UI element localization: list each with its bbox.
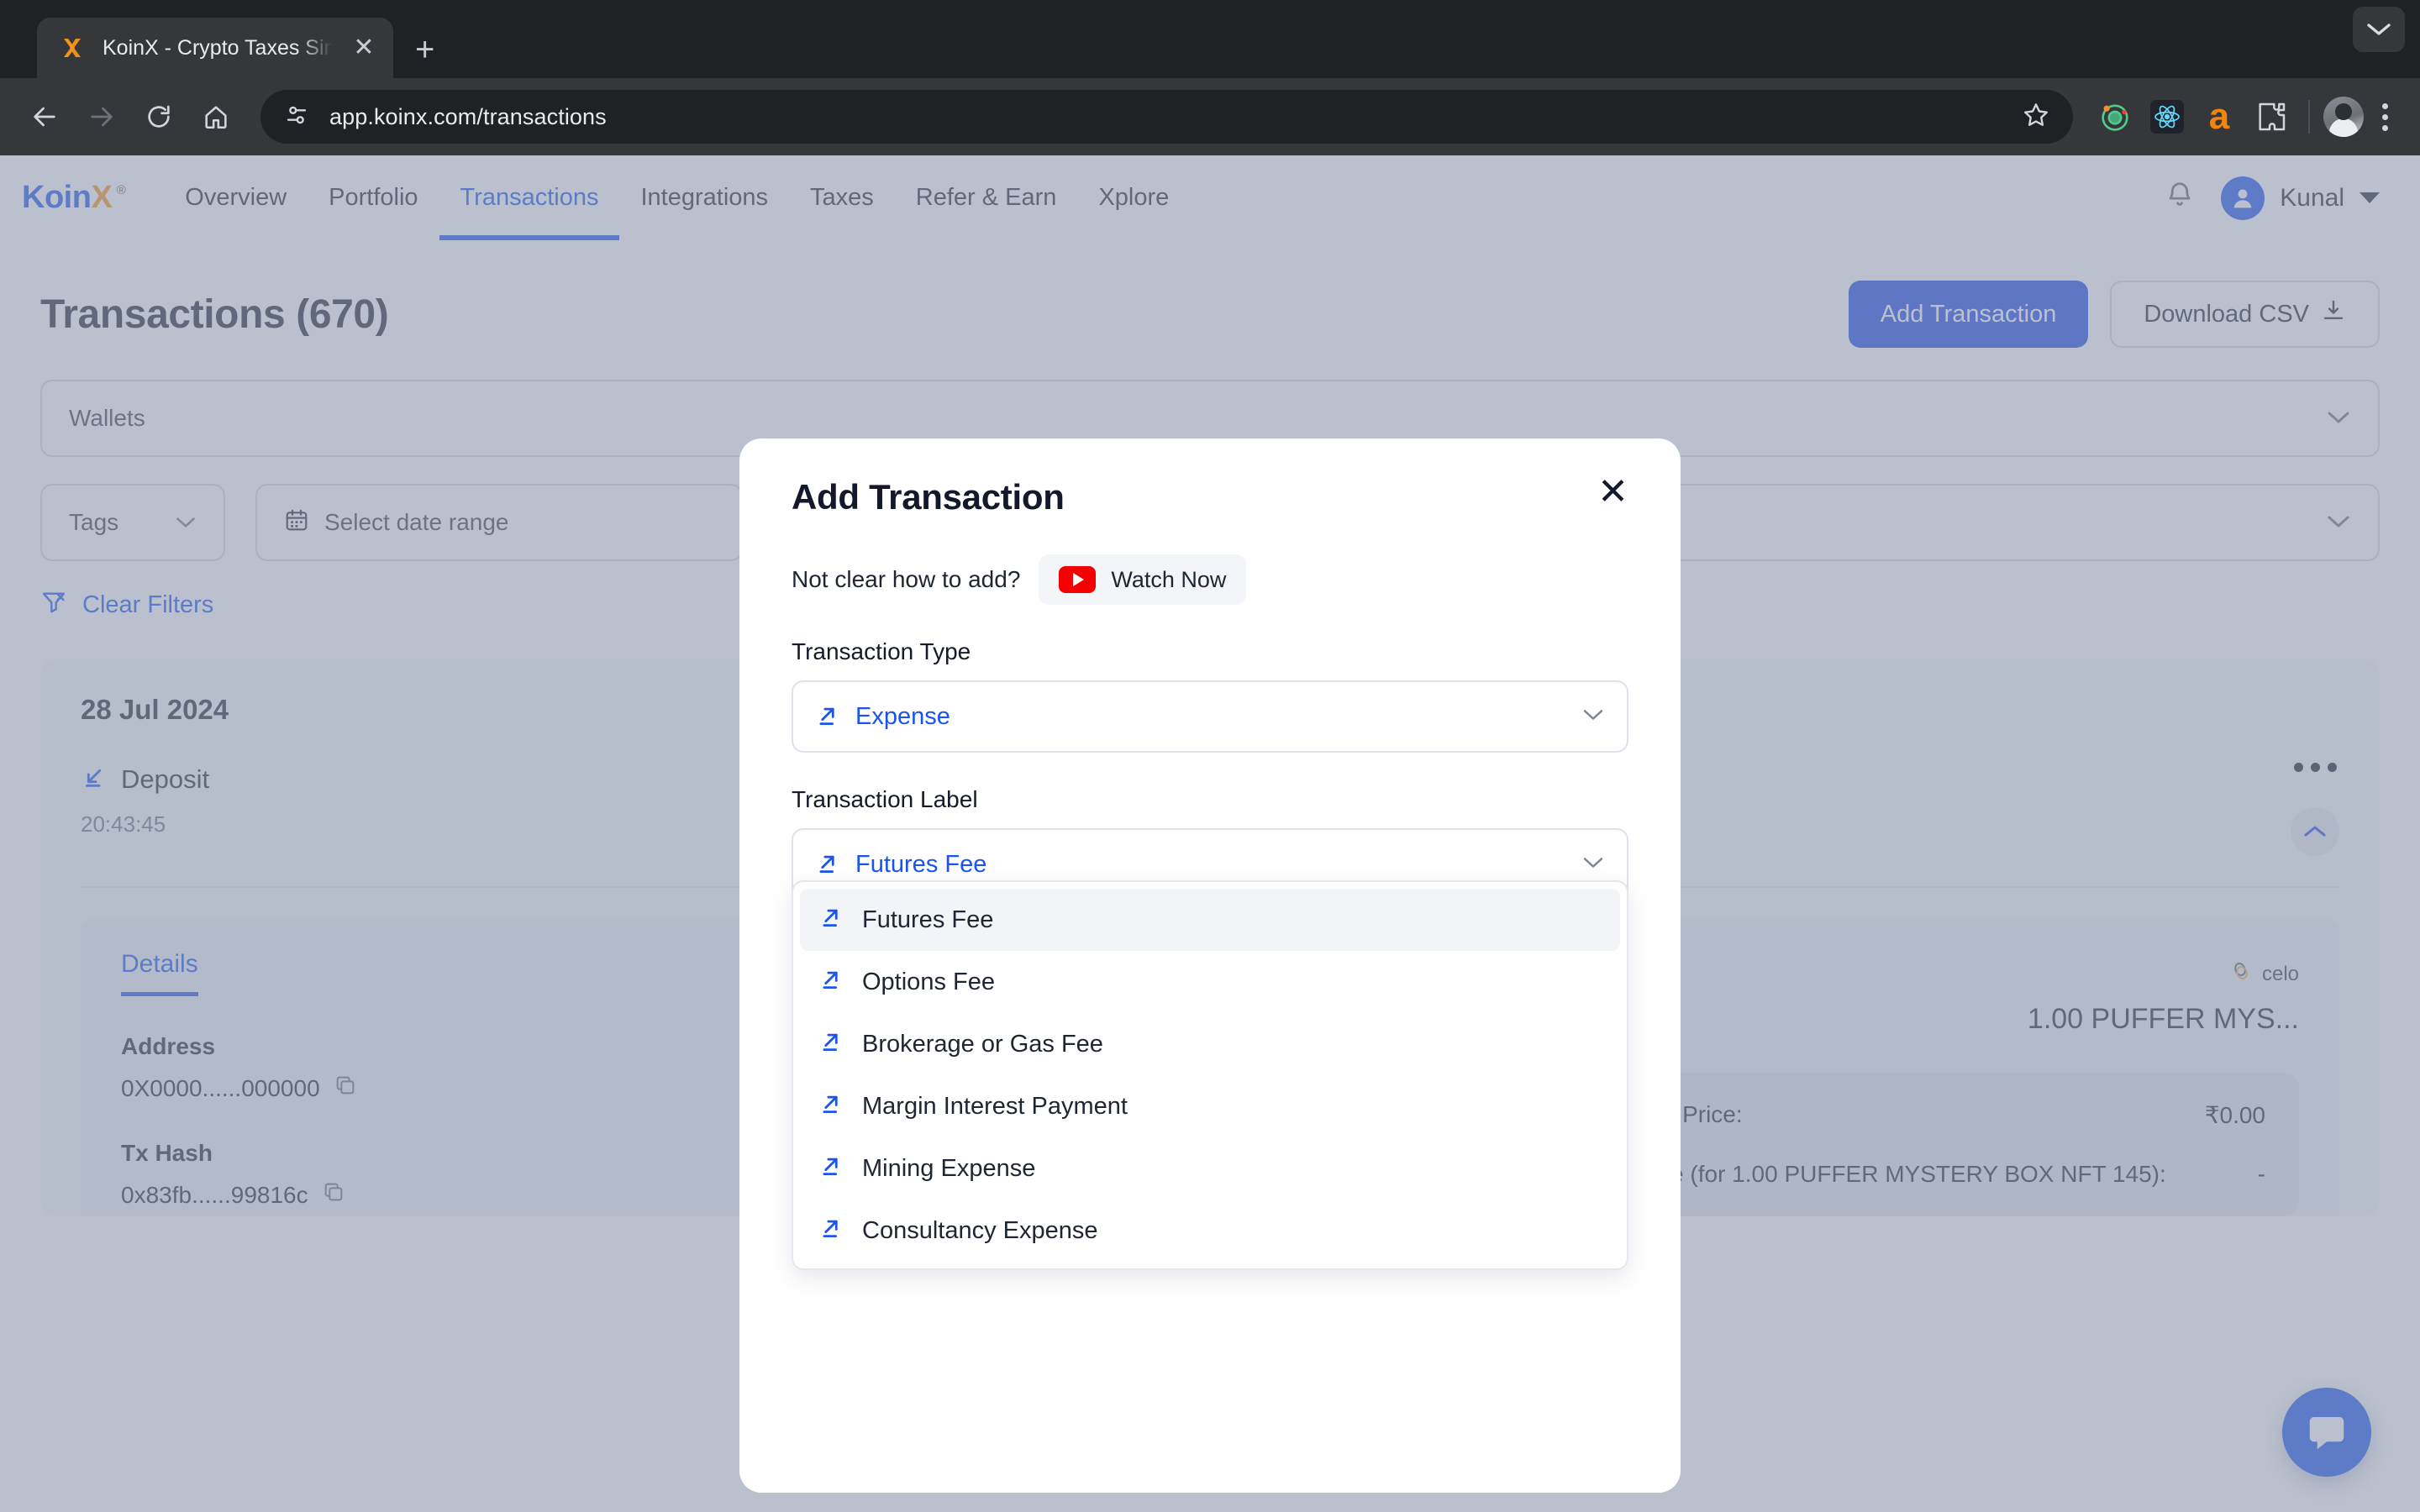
app-page: KoinX® Overview Portfolio Transactions I… (0, 155, 2420, 1512)
dropdown-option-consultancy-expense[interactable]: Consultancy Expense (800, 1200, 1620, 1262)
browser-toolbar: app.koinx.com/transactions a (0, 78, 2420, 155)
transaction-type-select[interactable]: Expense (792, 680, 1628, 753)
react-devtools-icon[interactable] (2144, 93, 2191, 140)
arrow-up-right-icon (818, 1028, 844, 1060)
modal-help-text: Not clear how to add? (792, 566, 1021, 592)
tab-close-icon[interactable]: ✕ (350, 35, 378, 60)
dropdown-option-label: Mining Expense (862, 1154, 1036, 1182)
close-icon[interactable]: ✕ (1597, 473, 1628, 510)
forward-arrow-icon[interactable] (76, 91, 128, 143)
arrow-up-right-icon (818, 966, 844, 998)
chevron-down-icon (1581, 855, 1605, 874)
dropdown-option-label: Margin Interest Payment (862, 1092, 1128, 1120)
arrow-up-right-icon (815, 850, 840, 879)
dropdown-option-margin-interest-payment[interactable]: Margin Interest Payment (800, 1075, 1620, 1137)
transaction-label-value: Futures Fee (855, 850, 987, 878)
arrow-up-right-icon (818, 904, 844, 936)
browser-tab-title: KoinX - Crypto Taxes Simplified (103, 35, 333, 60)
dropdown-option-futures-fee[interactable]: Futures Fee (800, 889, 1620, 951)
toolbar-divider (2308, 100, 2310, 134)
modal-header: Add Transaction ✕ (792, 473, 1628, 517)
dropdown-option-options-fee[interactable]: Options Fee (800, 951, 1620, 1013)
modal-title: Add Transaction (792, 477, 1065, 517)
tab-strip: KoinX - Crypto Taxes Simplified ✕ + (0, 0, 2420, 78)
arrow-up-right-icon (815, 702, 840, 732)
dropdown-option-label: Futures Fee (862, 906, 994, 933)
transaction-label-dropdown: Futures Fee Options Fee Brokerage or Gas… (792, 880, 1628, 1270)
browser-chrome: KoinX - Crypto Taxes Simplified ✕ + app.… (0, 0, 2420, 155)
address-bar[interactable]: app.koinx.com/transactions (260, 90, 2073, 144)
address-bar-url: app.koinx.com/transactions (329, 103, 607, 129)
home-icon[interactable] (190, 91, 242, 143)
transaction-type-label: Transaction Type (792, 638, 971, 664)
youtube-play-icon (1059, 566, 1097, 593)
dropdown-option-label: Brokerage or Gas Fee (862, 1030, 1103, 1058)
koinx-favicon-icon (59, 34, 86, 61)
chevron-down-icon (1581, 707, 1605, 727)
browser-tab[interactable]: KoinX - Crypto Taxes Simplified ✕ (37, 18, 393, 78)
amazon-extension-icon[interactable]: a (2196, 93, 2243, 140)
dropdown-option-label: Options Fee (862, 968, 995, 995)
reload-icon[interactable] (133, 91, 185, 143)
puzzle-extensions-icon[interactable] (2248, 93, 2295, 140)
arrow-up-right-icon (818, 1090, 844, 1122)
add-transaction-modal: Add Transaction ✕ Not clear how to add? … (739, 438, 1681, 1493)
arrow-up-right-icon (818, 1152, 844, 1184)
arrow-up-right-icon (818, 1215, 844, 1247)
back-arrow-icon[interactable] (18, 91, 71, 143)
chevron-down-icon (2367, 24, 2391, 35)
window-collapse-button[interactable] (2353, 7, 2405, 52)
dropdown-option-label: Consultancy Expense (862, 1216, 1098, 1244)
new-tab-button[interactable]: + (415, 33, 434, 66)
watch-tutorial-row: Not clear how to add? Watch Now (792, 554, 1628, 605)
watch-now-button[interactable]: Watch Now (1039, 554, 1247, 605)
transaction-type-value: Expense (855, 702, 950, 730)
three-dot-menu-icon[interactable] (2369, 102, 2402, 131)
profile-avatar[interactable] (2323, 97, 2364, 137)
dropdown-option-brokerage-or-gas-fee[interactable]: Brokerage or Gas Fee (800, 1013, 1620, 1075)
orbit-extension-icon[interactable] (2091, 93, 2139, 140)
bookmark-star-icon[interactable] (2021, 100, 2051, 134)
site-settings-tune-icon[interactable] (282, 101, 311, 134)
transaction-label-label: Transaction Label (792, 786, 978, 812)
dropdown-option-mining-expense[interactable]: Mining Expense (800, 1137, 1620, 1200)
watch-now-label: Watch Now (1111, 566, 1227, 592)
